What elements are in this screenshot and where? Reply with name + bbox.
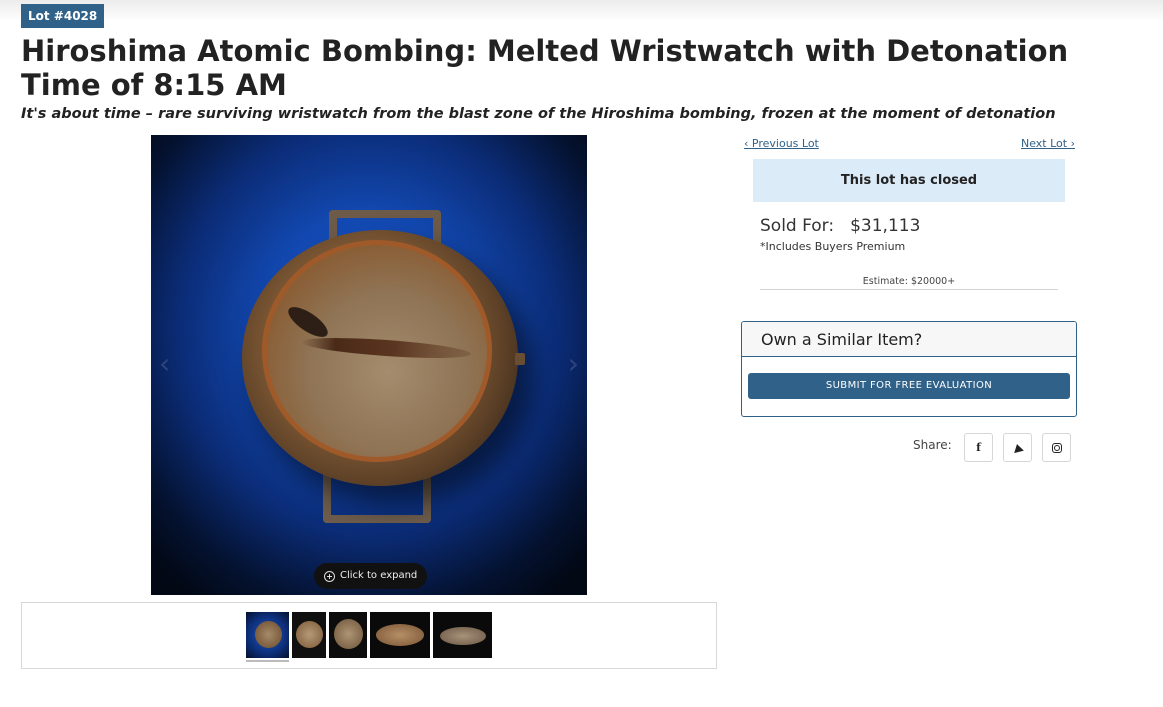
lot-title: Hiroshima Atomic Bombing: Melted Wristwa… <box>21 34 1069 102</box>
thumbnail-5[interactable] <box>433 612 492 658</box>
sold-for-label: Sold For: <box>760 216 835 236</box>
thumbnail-strip <box>21 602 717 669</box>
main-lot-image[interactable]: ‹ › Click to expand <box>151 135 587 595</box>
facebook-icon[interactable]: f <box>964 433 993 462</box>
lot-number-badge: Lot #4028 <box>21 4 105 28</box>
sold-amount: $31,113 <box>850 216 921 236</box>
click-to-expand-button[interactable]: Click to expand <box>314 563 428 589</box>
similar-item-panel: Own a Similar Item? SUBMIT FOR FREE EVAL… <box>741 321 1077 417</box>
thumbnail-2[interactable] <box>292 612 326 658</box>
selected-thumbnail-indicator <box>246 660 289 662</box>
next-lot-label: Next Lot <box>1020 137 1068 150</box>
thumbnail-3[interactable] <box>329 612 367 658</box>
buyers-premium-note: *Includes Buyers Premium <box>760 240 906 253</box>
chevron-right-icon[interactable]: › <box>568 347 579 380</box>
estimate-text: Estimate: $20000+ <box>760 276 1058 290</box>
watch-crown <box>515 353 525 365</box>
next-lot-link[interactable]: Next Lot › <box>1021 137 1075 150</box>
similar-item-heading: Own a Similar Item? <box>742 322 1076 357</box>
share-label: Share: <box>913 438 952 452</box>
instagram-icon[interactable] <box>1042 433 1071 462</box>
lot-closed-banner: This lot has closed <box>753 159 1065 202</box>
sold-for-line: Sold For: $31,113 <box>760 216 920 236</box>
chevron-left-icon[interactable]: ‹ <box>159 347 170 380</box>
top-shade <box>0 0 1163 22</box>
thumbnail-1[interactable] <box>246 612 289 658</box>
thumbnail-4[interactable] <box>370 612 430 658</box>
previous-lot-link[interactable]: ‹ Previous Lot <box>744 137 819 150</box>
twitter-icon[interactable] <box>1003 433 1032 462</box>
previous-lot-label: Previous Lot <box>751 137 819 150</box>
zoom-plus-icon <box>324 570 335 582</box>
lot-subtitle: It's about time – rare surviving wristwa… <box>21 106 1056 122</box>
expand-label: Click to expand <box>340 570 418 581</box>
submit-evaluation-button[interactable]: SUBMIT FOR FREE EVALUATION <box>748 373 1070 399</box>
